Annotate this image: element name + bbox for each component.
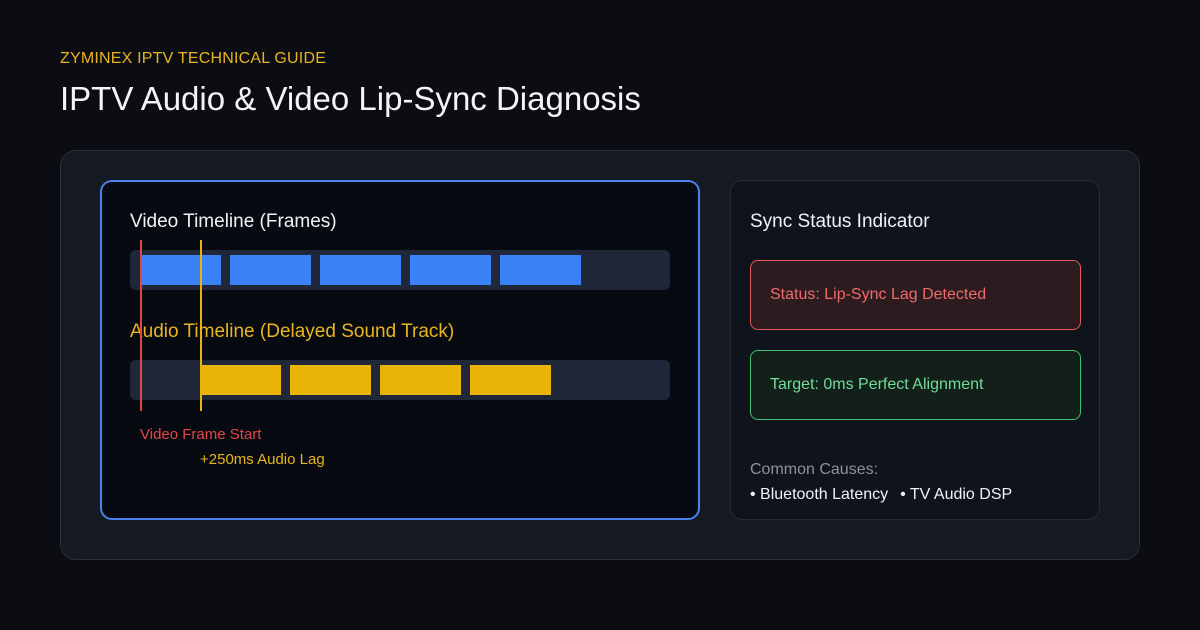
common-causes-title: Common Causes:	[750, 461, 879, 478]
audio-timeline-track	[130, 360, 670, 400]
video-frame-block	[230, 255, 311, 285]
common-causes-list: • Bluetooth Latency • TV Audio DSP	[750, 486, 1012, 504]
video-frame-block	[410, 255, 491, 285]
cause-item: • TV Audio DSP	[900, 486, 1013, 503]
status-lag-badge: Status: Lip-Sync Lag Detected	[750, 260, 1081, 330]
video-timeline-track	[130, 250, 670, 290]
audio-timeline-label: Audio Timeline (Delayed Sound Track)	[130, 321, 455, 342]
audio-frame-block	[470, 365, 551, 395]
video-frame-block	[500, 255, 581, 285]
brand-eyebrow: ZYMINEX IPTV TECHNICAL GUIDE	[60, 50, 327, 67]
audio-lag-label: +250ms Audio Lag	[200, 451, 325, 468]
page-title: IPTV Audio & Video Lip-Sync Diagnosis	[60, 80, 641, 117]
video-frame-block	[140, 255, 221, 285]
audio-lag-marker-line	[200, 240, 202, 411]
audio-frame-block	[200, 365, 281, 395]
audio-frame-block	[380, 365, 461, 395]
video-start-marker-line	[140, 240, 142, 411]
video-frame-start-label: Video Frame Start	[140, 426, 262, 443]
cause-item: • Bluetooth Latency	[750, 486, 889, 503]
status-target-badge: Target: 0ms Perfect Alignment	[750, 350, 1081, 420]
audio-frame-block	[290, 365, 371, 395]
sync-status-title: Sync Status Indicator	[750, 211, 930, 232]
video-frame-block	[320, 255, 401, 285]
video-timeline-label: Video Timeline (Frames)	[130, 211, 337, 232]
